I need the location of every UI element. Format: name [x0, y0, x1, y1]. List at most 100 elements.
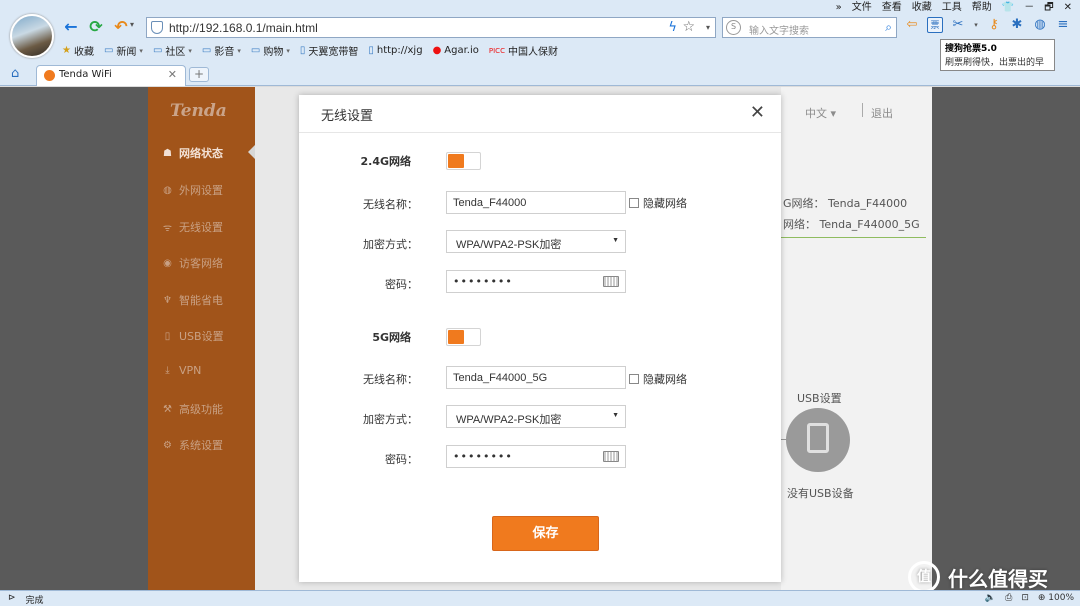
checkbox-box[interactable] — [629, 374, 639, 384]
encryption-5g-select[interactable]: WPA/WPA2-PSK加密 ▼ — [446, 405, 626, 428]
password-24g-input[interactable]: •••••••• — [446, 270, 626, 293]
usb-icon: ▯ — [164, 330, 171, 342]
hide-5g-checkbox[interactable]: 隐藏网络 — [629, 371, 687, 387]
print-icon[interactable]: ⎙ — [1005, 593, 1012, 603]
checkbox-box[interactable] — [629, 198, 639, 208]
save-button[interactable]: 保存 — [492, 516, 599, 551]
search-placeholder[interactable]: 输入文字搜索 — [749, 22, 809, 37]
password-5g-input[interactable]: •••••••• — [446, 445, 626, 468]
band-5g-label: 5G网络 — [372, 331, 411, 344]
globe-icon[interactable]: ◍ — [1032, 17, 1048, 33]
bookmark-item[interactable]: ▭ 社区 ▾ — [153, 43, 192, 58]
minimize-button[interactable]: － — [1024, 1, 1034, 15]
scissors-icon[interactable]: ✂ — [950, 17, 966, 33]
download-icon[interactable]: ⊡ — [1021, 593, 1029, 603]
bookmark-label: 中国人保财 — [507, 47, 558, 58]
sidebar-item-wan[interactable]: ◍ 外网设置 — [162, 182, 223, 198]
new-tab-button[interactable]: + — [189, 67, 209, 82]
sidebar-item-guest[interactable]: ◉ 访客网络 — [162, 255, 223, 271]
bookmark-item[interactable]: ★ 收藏 — [62, 43, 94, 58]
chevron-down-icon: ▾ — [237, 46, 241, 55]
browser-chrome: ← ⟳ ↶ ▾ http://192.168.0.1/main.html ϟ ☆… — [0, 0, 1080, 86]
menu-icon[interactable]: ≡ — [1055, 17, 1071, 33]
close-icon[interactable]: ✕ — [750, 103, 765, 123]
bookmark-item[interactable]: ▭ 影音 ▾ — [202, 43, 241, 58]
sidebar-toggle-icon[interactable]: ⇦ — [904, 17, 920, 33]
search-box[interactable]: S 输入文字搜索 ⌕ — [722, 17, 897, 38]
address-url[interactable]: http://192.168.0.1/main.html — [169, 21, 318, 35]
refresh-icon[interactable]: ⟳ — [87, 18, 105, 36]
zoom-control[interactable]: ⊕ 100% — [1038, 593, 1074, 603]
tools-dropdown-icon[interactable]: ▾ — [973, 17, 979, 33]
key-icon[interactable]: ⚷ — [986, 17, 1002, 33]
watermark: 值 什么值得买 — [908, 561, 1048, 593]
favorite-star-icon[interactable]: ☆ — [682, 19, 695, 35]
puzzle-icon[interactable]: ✱ — [1009, 17, 1025, 33]
sidebar-item-label: 无线设置 — [179, 221, 223, 234]
home-icon[interactable]: ⌂ — [11, 66, 19, 81]
skin-icon[interactable]: 👕 — [1002, 1, 1014, 15]
status-divider — [781, 237, 926, 238]
menu-view[interactable]: 查看 — [882, 1, 902, 15]
ticket-grabber-icon[interactable]: 票 — [927, 17, 943, 33]
undo-dropdown-icon[interactable]: ▾ — [130, 20, 134, 29]
bookmark-item[interactable]: PICC 中国人保财 — [489, 43, 558, 59]
menu-favorites[interactable]: 收藏 — [912, 1, 932, 15]
menu-file[interactable]: 文件 — [852, 1, 872, 15]
ssid-5g-input[interactable]: Tenda_F44000_5G — [446, 366, 626, 389]
user-avatar[interactable] — [10, 14, 54, 58]
sidebar-item-wireless[interactable]: ᯤ 无线设置 — [162, 219, 223, 235]
logout-link[interactable]: 退出 — [871, 105, 893, 121]
address-dropdown-icon[interactable]: ▾ — [706, 23, 710, 32]
shield-icon — [151, 21, 163, 34]
bookmark-item[interactable]: ▭ 新闻 ▾ — [104, 43, 143, 58]
menu-help[interactable]: 帮助 — [972, 1, 992, 15]
band-5g-toggle[interactable] — [446, 328, 481, 346]
sidebar-item-network-status[interactable]: ☗ 网络状态 — [162, 145, 223, 161]
undo-icon[interactable]: ↶ — [112, 18, 130, 36]
sidebar-expand-icon[interactable]: ⊳ — [8, 593, 16, 606]
bookmark-item[interactable]: ▭ 购物 ▾ — [251, 43, 290, 58]
vpn-icon: ⤓ — [165, 365, 170, 376]
hide-24g-checkbox[interactable]: 隐藏网络 — [629, 195, 687, 211]
folder-icon: ▭ — [250, 45, 261, 56]
password-24g-label: 密码： — [385, 278, 418, 291]
encryption-24g-select[interactable]: WPA/WPA2-PSK加密 ▼ — [446, 230, 626, 253]
router-sidebar: Tenda ☗ 网络状态 ◍ 外网设置 ᯤ 无线设置 ◉ 访客网络 ♆ 智能省电 ▯ USB… — [148, 87, 255, 590]
close-window-button[interactable]: ✕ — [1064, 1, 1072, 15]
chevron-down-icon: ▾ — [139, 46, 143, 55]
language-select[interactable]: 中文 ▾ — [805, 105, 836, 121]
tab-tenda-wifi[interactable]: Tenda WiFi ✕ — [36, 65, 186, 86]
star-icon: ★ — [62, 45, 71, 56]
chevron-down-icon: ▼ — [612, 412, 619, 419]
keyboard-icon[interactable] — [603, 451, 619, 462]
sidebar-item-advanced[interactable]: ⚒ 高级功能 — [162, 401, 223, 417]
address-bar[interactable]: http://192.168.0.1/main.html ϟ ☆ ▾ — [146, 17, 716, 38]
menu-tools[interactable]: 工具 — [942, 1, 962, 15]
search-icon[interactable]: ⌕ — [885, 20, 892, 35]
bookmark-item[interactable]: ● Agar.io — [433, 43, 479, 58]
tooltip-desc: 刷票刷得快，出票出的早 — [945, 58, 1045, 68]
toggle-knob — [448, 330, 464, 344]
keyboard-icon[interactable] — [603, 276, 619, 287]
ssid-24g-input[interactable]: Tenda_F44000 — [446, 191, 626, 214]
close-icon[interactable]: ✕ — [168, 68, 177, 81]
tooltip-title: 搜狗抢票5.0 — [945, 44, 997, 54]
sidebar-item-usb[interactable]: ▯ USB设置 — [162, 328, 224, 344]
lightning-icon[interactable]: ϟ — [668, 20, 677, 35]
sidebar-item-system[interactable]: ⚙ 系统设置 — [162, 437, 223, 453]
sidebar-item-power-saving[interactable]: ♆ 智能省电 — [162, 292, 223, 308]
band-24g-toggle[interactable] — [446, 152, 481, 170]
language-label: 中文 — [805, 107, 827, 120]
speaker-icon[interactable]: 🔈 — [985, 593, 996, 603]
status-icon: ☗ — [163, 147, 172, 159]
sidebar-item-vpn[interactable]: ⤓ VPN — [162, 364, 201, 377]
bookmark-item[interactable]: ▯ 天翼宽带智 — [300, 43, 359, 58]
back-arrow-icon[interactable]: ← — [62, 18, 80, 36]
restore-button[interactable]: 🗗 — [1044, 1, 1053, 15]
folder-icon: ▭ — [152, 45, 163, 56]
menu-more[interactable]: » — [836, 1, 842, 15]
page-icon: ▯ — [368, 45, 374, 56]
bookmark-item[interactable]: ▯ http://xjg — [368, 43, 422, 58]
tab-label: Tenda WiFi — [59, 69, 112, 80]
